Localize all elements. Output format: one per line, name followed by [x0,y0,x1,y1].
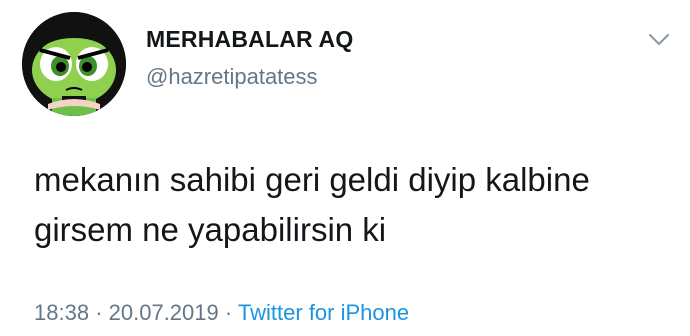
tweet-time[interactable]: 18:38 [34,300,89,325]
tweet-text: mekanın sahibi geri geldi diyip kalbine … [34,155,674,255]
tweet-meta: 18:38 · 20.07.2019 · Twitter for iPhone [34,300,409,326]
buttercup-avatar-icon [22,12,126,116]
tweet-text-line: mekanın sahibi geri geldi diyip kalbine [34,161,590,198]
meta-separator: · [95,300,103,325]
display-name[interactable]: MERHABALAR AQ [146,26,353,53]
avatar[interactable] [22,12,126,116]
tweet-source-link[interactable]: Twitter for iPhone [238,300,409,325]
tweet-date[interactable]: 20.07.2019 [109,300,219,325]
chevron-down-icon[interactable] [648,33,670,47]
user-handle[interactable]: @hazretipatatess [146,64,318,90]
tweet-card: MERHABALAR AQ @hazretipatatess mekanın s… [0,0,690,336]
meta-separator: · [224,300,233,325]
tweet-text-line: girsem ne yapabilirsin ki [34,211,387,248]
